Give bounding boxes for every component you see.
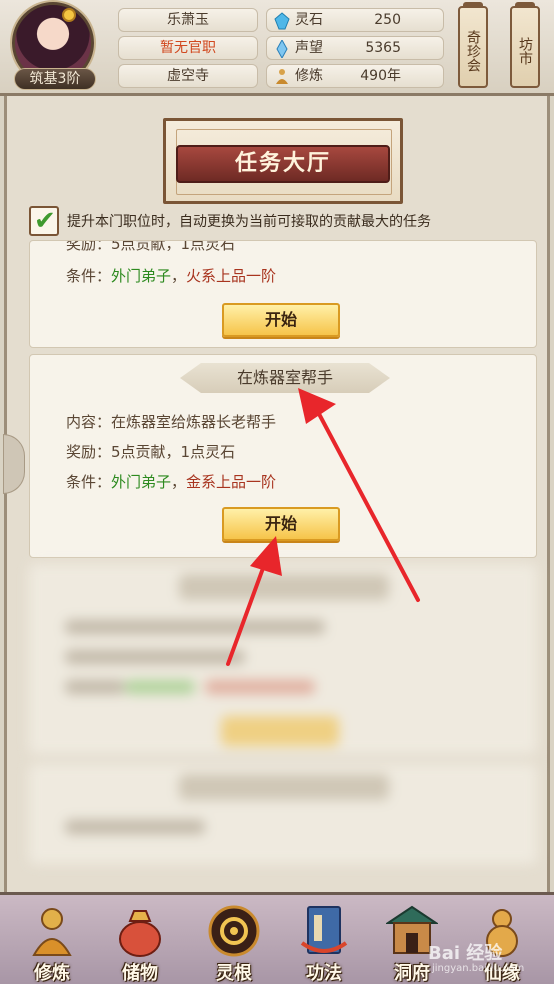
spirit-stone-icon [274, 12, 290, 30]
sect-name: 虚空寺 [118, 64, 258, 88]
task-condition: 条件：外门弟子，金系上品一阶 [66, 471, 276, 492]
nav-technique[interactable]: 功法 [284, 901, 364, 984]
storage-bag-icon [119, 910, 161, 957]
nav-label: 修炼 [34, 963, 70, 984]
reward-text: 5点贡献，1点灵石 [111, 240, 236, 253]
stat-spirit-stone: 灵石 250 [266, 8, 444, 32]
condition-separator: ， [171, 267, 187, 285]
auto-switch-checkbox[interactable]: ✔ [29, 206, 59, 236]
side-drawer-handle[interactable] [3, 434, 25, 494]
reward-text: 5点贡献，1点灵石 [111, 443, 236, 461]
task-condition: 条件：外门弟子，火系上品一阶 [66, 265, 276, 286]
auto-switch-option[interactable]: ✔ 提升本门职位时，自动更换为当前可接取的贡献最大的任务 [29, 206, 529, 236]
blurred-line [65, 820, 205, 834]
task-content: 内容：在炼器室给炼器长老帮手 [66, 411, 276, 432]
realm-badge: 筑基3阶 [14, 68, 96, 90]
nav-label: 灵根 [216, 963, 252, 984]
content-label: 内容： [66, 413, 112, 431]
stat-label: 灵石 [295, 12, 323, 28]
reward-label: 奖励： [66, 443, 112, 461]
nav-spirit-root[interactable]: 灵根 [194, 901, 274, 984]
task-card: 在炼器室帮手 内容：在炼器室给炼器长老帮手 奖励：5点贡献，1点灵石 条件：外门… [29, 354, 537, 558]
player-avatar-block[interactable]: 筑基3阶 [6, 2, 102, 90]
condition-label: 条件： [66, 267, 112, 285]
condition-separator: ， [171, 473, 187, 491]
nav-storage[interactable]: 储物 [100, 901, 180, 984]
task-hall-panel: 任务大厅 ✔ 提升本门职位时，自动更换为当前可接取的贡献最大的任务 奖励：5点贡… [3, 96, 550, 892]
auto-switch-label: 提升本门职位时，自动更换为当前可接取的贡献最大的任务 [67, 214, 431, 230]
task-reward: 奖励：5点贡献，1点灵石 [66, 441, 235, 462]
condition-label: 条件： [66, 473, 112, 491]
spirit-root-icon [208, 905, 260, 957]
nav-label: 功法 [306, 963, 342, 984]
technique-book-icon [300, 906, 348, 954]
condition-requirement: 金系上品一阶 [186, 473, 277, 491]
blurred-task-cards [29, 564, 537, 864]
start-button[interactable]: 开始 [222, 507, 340, 541]
nav-label: 储物 [122, 963, 158, 984]
page-title: 任务大厅 [176, 145, 390, 183]
task-title: 在炼器室帮手 [180, 363, 390, 393]
treasure-auction-button[interactable]: 奇珍会 [458, 2, 488, 88]
hall-title-frame: 任务大厅 [163, 118, 403, 204]
player-name: 乐萧玉 [118, 8, 258, 32]
stat-label: 修炼 [295, 68, 323, 84]
blurred-line [65, 650, 245, 664]
cultivate-icon [32, 908, 72, 956]
blurred-line [205, 680, 315, 694]
start-button[interactable]: 开始 [222, 303, 340, 337]
condition-rank: 外门弟子 [111, 473, 172, 491]
meditation-icon [276, 69, 288, 84]
official-title[interactable]: 暂无官职 [118, 36, 258, 60]
stat-value: 5365 [365, 40, 401, 56]
market-button[interactable]: 坊市 [510, 2, 540, 88]
content-text: 在炼器室给炼器长老帮手 [111, 413, 277, 431]
task-reward: 奖励：5点贡献，1点灵石 [66, 240, 236, 254]
watermark-logo: Bai 经验 [428, 943, 503, 964]
blurred-line [65, 680, 125, 694]
blurred-title [179, 574, 389, 600]
hair-flower-icon [62, 8, 76, 22]
check-icon: ✔ [34, 206, 56, 236]
reputation-crystal-icon [276, 40, 288, 58]
nav-cultivate[interactable]: 修炼 [12, 901, 92, 984]
blurred-title [179, 774, 389, 800]
stat-value: 250 [374, 12, 401, 28]
reward-label: 奖励： [66, 240, 112, 253]
watermark-url: jingyan.baidu.com [432, 963, 525, 974]
blurred-line [125, 680, 195, 694]
task-card: 奖励：5点贡献，1点灵石 条件：外门弟子，火系上品一阶 开始 [29, 240, 537, 348]
stat-label: 声望 [295, 40, 323, 56]
stat-cultivation: 修炼 490年 [266, 64, 444, 88]
stat-reputation: 声望 5365 [266, 36, 444, 60]
bottom-nav: 修炼 储物 灵根 功法 洞府 仙缘 Bai 经验 jingyan.baidu.c… [0, 892, 554, 984]
blurred-button [221, 716, 339, 746]
condition-requirement: 火系上品一阶 [186, 267, 277, 285]
stat-value: 490年 [360, 68, 401, 84]
blurred-line [65, 620, 325, 634]
top-header: 筑基3阶 乐萧玉 暂无官职 虚空寺 灵石 250 声望 5365 修炼 490年… [0, 0, 554, 96]
condition-rank: 外门弟子 [111, 267, 172, 285]
